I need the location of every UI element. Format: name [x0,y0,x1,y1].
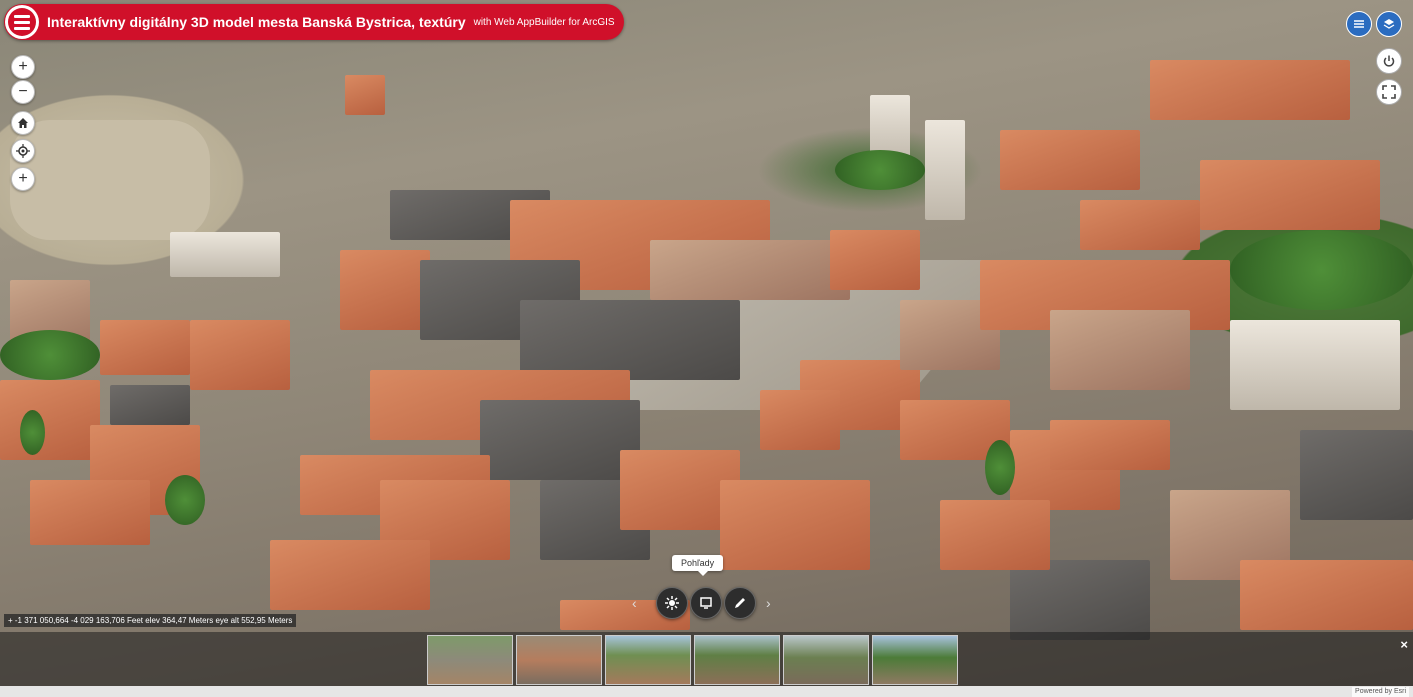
building [830,230,920,290]
home-button[interactable] [11,111,35,135]
compass-button[interactable]: + [11,167,35,191]
layer-list-button[interactable] [1346,11,1372,37]
building [1150,60,1350,120]
zoom-in-button[interactable]: + [11,55,35,79]
bookmark-thumbnail[interactable] [605,635,691,685]
building [1080,200,1200,250]
power-button[interactable] [1376,48,1402,74]
power-icon [1383,55,1395,67]
toolbar-prev-arrow[interactable]: ‹ [632,595,637,611]
edit-button[interactable] [724,587,756,619]
building [720,480,870,570]
tree [835,150,925,190]
bookmark-thumbnail[interactable] [783,635,869,685]
bottom-toolbar: ‹ › [632,585,782,621]
building [30,480,150,545]
bookmark-button[interactable] [690,587,722,619]
tree [0,330,100,380]
bookmark-thumbnail[interactable] [872,635,958,685]
basemap-icon [1383,19,1395,29]
zoom-out-button[interactable]: − [11,80,35,104]
building [1010,560,1150,640]
building [0,380,100,460]
home-icon [18,118,28,128]
church [925,120,965,220]
building [1300,430,1413,520]
app-subtitle: with Web AppBuilder for ArcGIS [473,16,615,28]
bookmark-icon [700,597,712,609]
close-strip-button[interactable]: × [1400,637,1408,652]
building [190,320,290,390]
building [1200,160,1380,230]
building [1240,560,1413,630]
settings-button[interactable] [656,587,688,619]
menu-icon [8,8,36,36]
building [340,250,430,330]
building [110,385,190,425]
building [1230,320,1400,410]
open-field [10,120,210,240]
locate-button[interactable] [11,139,35,163]
app-title: Interaktívny digitálny 3D model mesta Ba… [47,14,466,30]
tree [165,475,205,525]
edit-icon [735,598,745,608]
bookmark-strip: × [0,632,1413,686]
tree [985,440,1015,495]
building [520,300,740,380]
compass-icon: + [18,170,28,187]
tree [20,410,45,455]
app-logo[interactable] [5,5,39,39]
building [760,390,840,450]
esri-attribution: Powered by Esri [1352,687,1409,697]
locate-icon [16,144,30,158]
footer-bar [0,686,1413,697]
building [270,540,430,610]
basemap-button[interactable] [1376,11,1402,37]
coordinate-readout: + -1 371 050,664 -4 029 163,706 Feet ele… [4,614,297,627]
bookmark-thumbnail[interactable] [516,635,602,685]
building [1050,310,1190,390]
tree [1230,230,1413,310]
building [650,240,850,300]
building [1050,420,1170,470]
fullscreen-icon [1382,85,1396,99]
bookmark-thumbnail[interactable] [694,635,780,685]
bookmark-thumbnail[interactable] [427,635,513,685]
toolbar-next-arrow[interactable]: › [766,595,771,611]
toolbar-tooltip: Pohľady [672,555,724,576]
building [345,75,385,115]
building [940,500,1050,570]
app-header: Interaktívny digitálny 3D model mesta Ba… [4,4,624,40]
building [480,400,640,480]
building [170,232,280,277]
fullscreen-button[interactable] [1376,79,1402,105]
settings-icon [665,596,679,610]
layer-list-icon [1354,20,1364,28]
zoom-out-label: − [18,83,28,100]
building [100,320,190,375]
zoom-in-label: + [18,58,28,75]
building [1000,130,1140,190]
